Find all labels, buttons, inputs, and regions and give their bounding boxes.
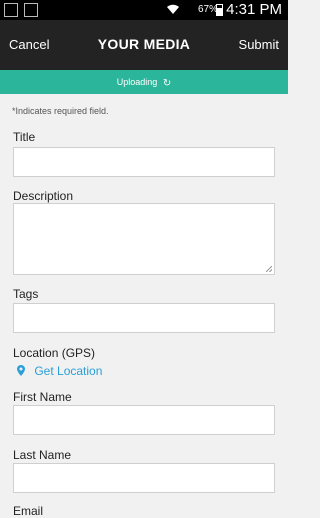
location-label: Location (GPS) <box>13 346 96 360</box>
first-name-label: First Name <box>13 390 72 404</box>
battery-icon <box>216 4 223 16</box>
app-header: Cancel YOUR MEDIA Submit <box>0 20 288 70</box>
description-label: Description <box>13 189 74 203</box>
tags-label: Tags <box>13 287 39 301</box>
status-bar: 67% 4:31 PM <box>0 0 288 20</box>
title-input[interactable] <box>13 147 275 177</box>
description-textarea[interactable] <box>13 203 275 275</box>
notification-icon <box>4 3 18 17</box>
wifi-icon <box>167 4 179 14</box>
image-icon <box>24 3 38 17</box>
first-name-input[interactable] <box>13 405 275 435</box>
title-label: Title <box>13 130 36 144</box>
get-location-link[interactable]: Get Location <box>17 364 102 378</box>
battery-percent: 67% <box>198 4 219 15</box>
upload-status-bar: Uploading ↻ <box>0 70 288 94</box>
last-name-input[interactable] <box>13 463 275 493</box>
upload-status-label: Uploading <box>116 77 158 87</box>
clock: 4:31 PM <box>226 1 282 18</box>
tags-input[interactable] <box>13 303 275 333</box>
get-location-label: Get Location <box>34 364 103 378</box>
location-pin-icon <box>17 365 25 376</box>
submit-button[interactable]: Submit <box>239 37 279 52</box>
refresh-icon: ↻ <box>162 78 172 89</box>
last-name-label: Last Name <box>13 448 72 462</box>
required-field-note: *Indicates required field. <box>12 106 109 116</box>
email-label: Email <box>13 504 44 518</box>
